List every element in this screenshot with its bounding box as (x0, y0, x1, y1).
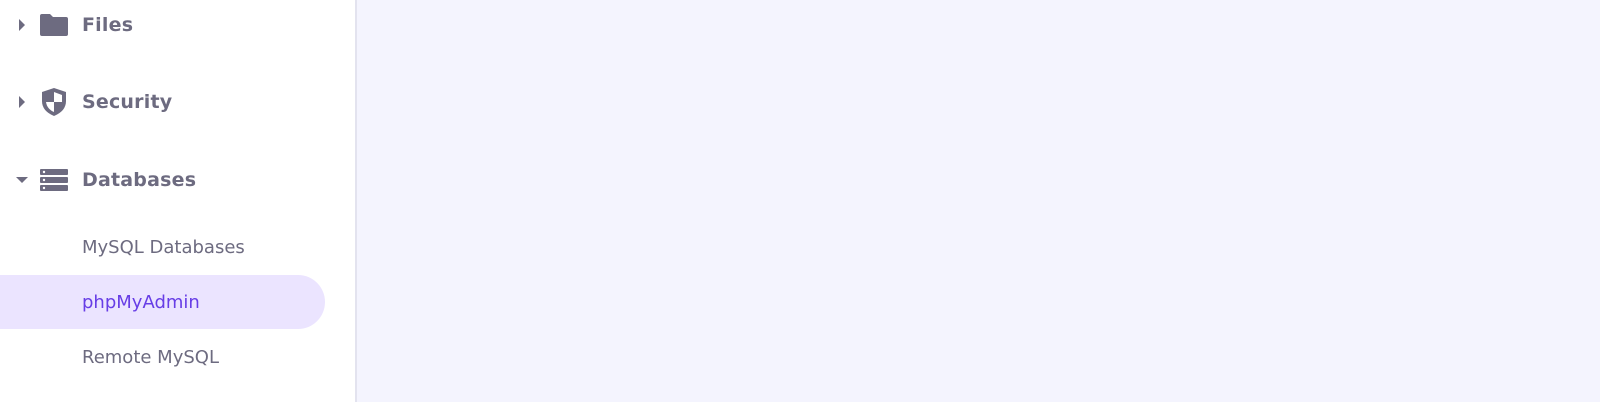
sidebar-group-files[interactable]: Files (0, 0, 357, 50)
sidebar-item-label: phpMyAdmin (82, 291, 200, 313)
sidebar-group-databases[interactable]: Databases (0, 155, 357, 205)
folder-icon (38, 9, 70, 41)
sidebar-item-mysql-databases[interactable]: MySQL Databases (0, 220, 325, 274)
database-icon (38, 164, 70, 196)
sidebar: Files Security Databases MySQL Databases… (0, 0, 357, 402)
sidebar-item-remote-mysql[interactable]: Remote MySQL (0, 330, 325, 384)
shield-icon (38, 86, 70, 118)
sidebar-group-security[interactable]: Security (0, 77, 357, 127)
sidebar-group-label: Security (82, 91, 173, 113)
sidebar-group-label: Databases (82, 169, 197, 191)
sidebar-item-phpmyadmin[interactable]: phpMyAdmin (0, 275, 325, 329)
app-window: Files Security Databases MySQL Databases… (0, 0, 1600, 402)
main-content (357, 0, 1600, 402)
chevron-right-icon (14, 17, 30, 33)
chevron-down-icon (14, 172, 30, 188)
chevron-right-icon (14, 94, 30, 110)
sidebar-item-label: MySQL Databases (82, 236, 245, 258)
sidebar-group-label: Files (82, 14, 134, 36)
sidebar-item-label: Remote MySQL (82, 346, 219, 368)
